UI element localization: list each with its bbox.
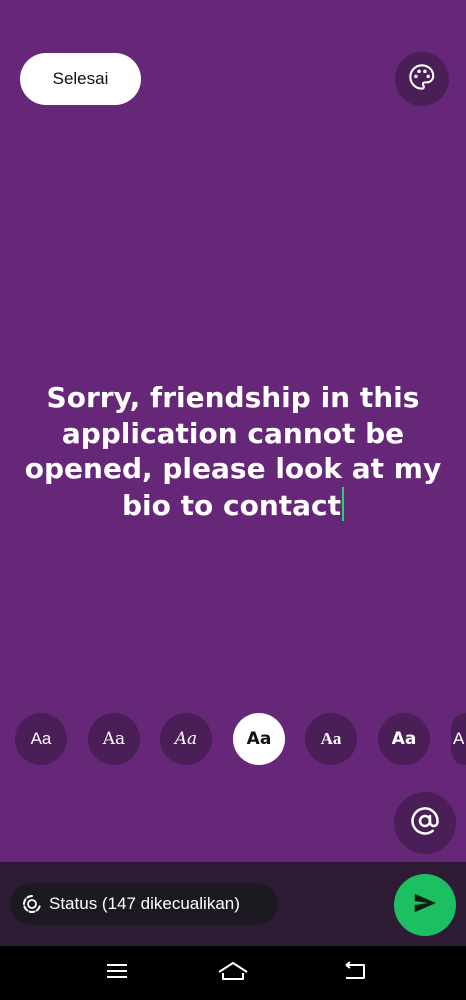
status-ring-icon [22, 894, 42, 914]
palette-button[interactable] [395, 52, 449, 106]
font-selector: Aa Aa Aa Aa Aa Aa A [0, 713, 466, 765]
send-button[interactable] [394, 874, 456, 936]
menu-icon [105, 961, 129, 985]
nav-home-button[interactable] [215, 960, 251, 986]
status-text-input[interactable]: Sorry, friendship in this application ca… [20, 380, 446, 523]
text-line: Sorry, friendship in this [46, 381, 420, 414]
bottom-bar: Status (147 dikecualikan) [0, 862, 466, 946]
font-option[interactable]: Aa [305, 713, 357, 765]
mention-button[interactable] [394, 792, 456, 854]
nav-back-button[interactable] [340, 960, 370, 986]
text-line: bio to contact [121, 488, 342, 522]
font-option-selected[interactable]: Aa [233, 713, 285, 765]
done-button[interactable]: Selesai [20, 53, 141, 105]
back-icon [342, 960, 368, 986]
font-option[interactable]: A [451, 713, 466, 765]
status-canvas[interactable]: Selesai Sorry, friendship in this applic… [0, 0, 466, 862]
at-sign-icon [410, 806, 440, 840]
palette-icon [408, 63, 436, 95]
text-line: opened, please look at my [24, 452, 442, 485]
send-icon [412, 890, 438, 920]
text-cursor [342, 486, 345, 521]
text-line: application cannot be [61, 416, 405, 450]
font-option[interactable]: Aa [160, 713, 212, 765]
system-nav-bar [0, 946, 466, 1000]
home-icon [216, 959, 250, 987]
status-audience-label: Status (147 dikecualikan) [49, 894, 240, 913]
nav-menu-button[interactable] [102, 960, 132, 986]
font-option[interactable]: Aa [378, 713, 430, 765]
font-option[interactable]: Aa [88, 713, 140, 765]
font-option[interactable]: Aa [15, 713, 67, 765]
status-audience-chip[interactable]: Status (147 dikecualikan) [10, 883, 278, 925]
